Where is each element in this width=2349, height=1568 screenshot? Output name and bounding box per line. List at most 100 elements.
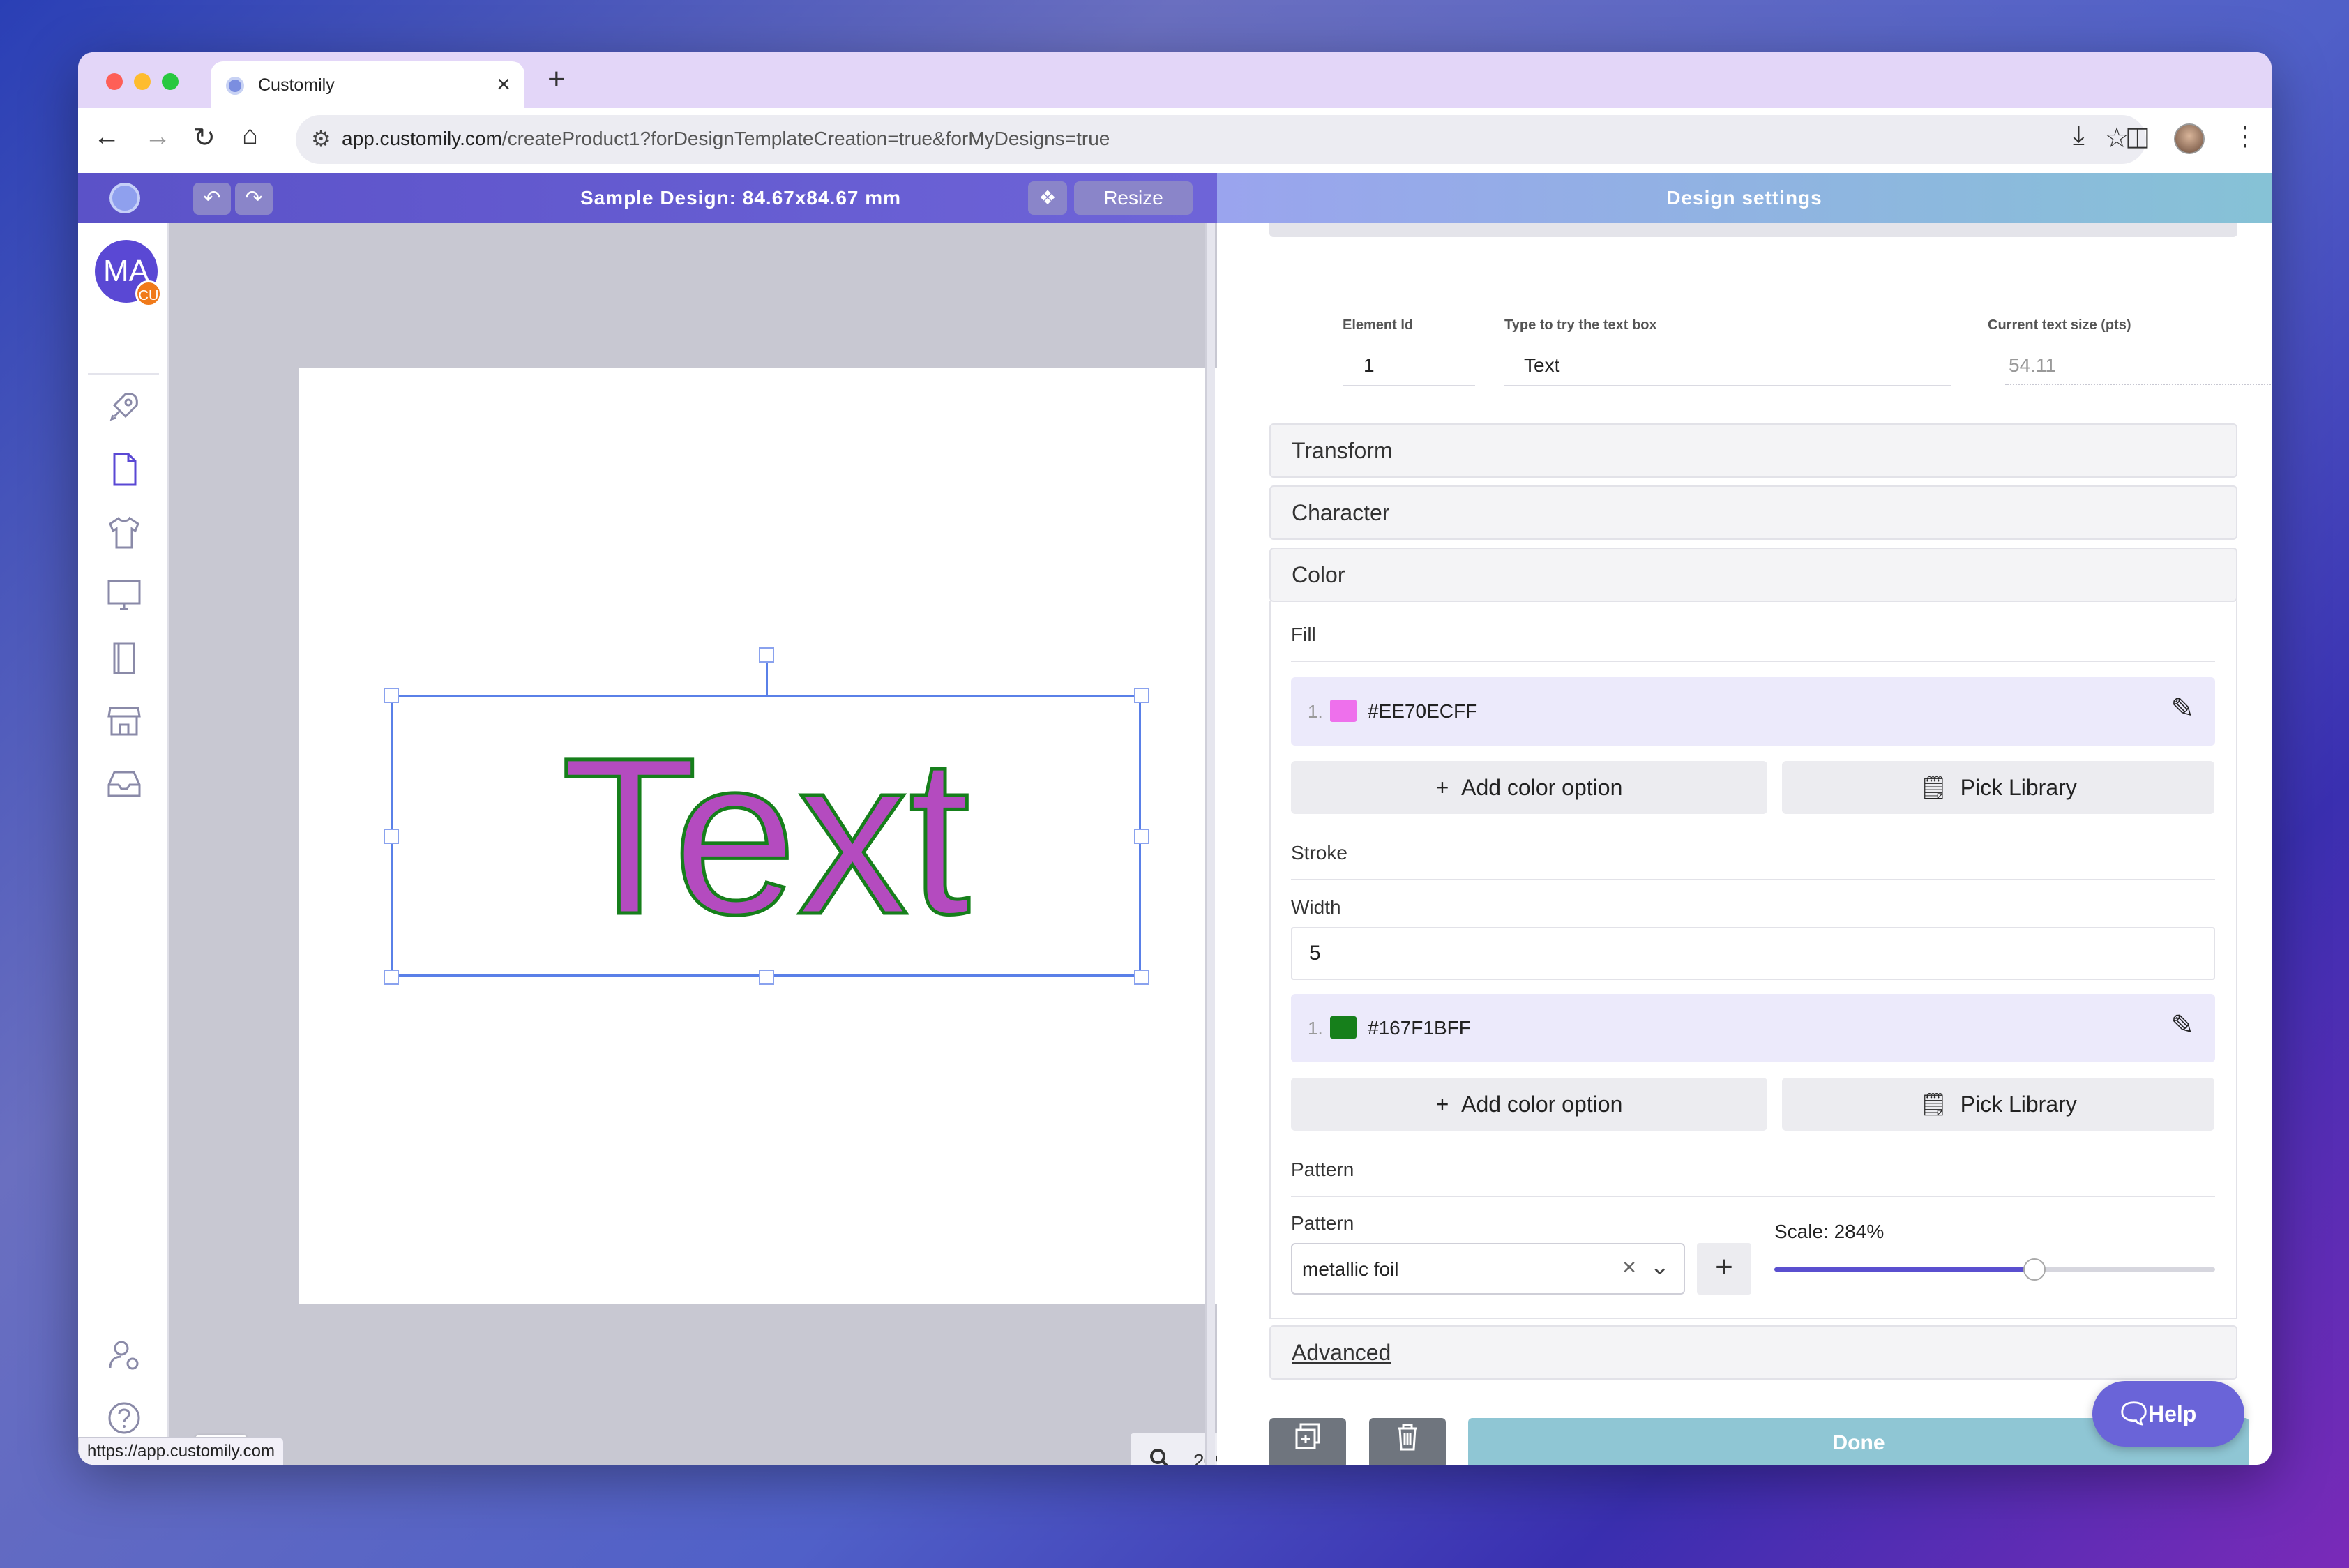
chevron-down-icon[interactable]: ⌄ [1650,1253,1670,1281]
color-section-header[interactable]: Color [1269,548,2237,602]
text-size-underline [2005,384,2272,385]
scale-slider[interactable] [1774,1258,2215,1281]
design-settings-panel: Element Id 1 Type to try the text box Te… [1217,223,2272,1465]
customily-logo-icon[interactable] [109,183,140,213]
text-size-value: 54.11 [2009,354,2056,376]
user-settings-icon[interactable] [105,1336,144,1375]
resize-handle-w[interactable] [384,829,399,844]
resize-handle-s[interactable] [759,970,774,985]
account-badge: CU [135,280,162,307]
clear-icon[interactable]: × [1622,1254,1636,1281]
settings-header: Design settings [1217,173,2272,223]
reload-icon[interactable]: ↻ [193,122,216,153]
browser-menu-icon[interactable]: ⋮ [2232,121,2258,152]
delete-button[interactable] [1369,1418,1446,1465]
plus-icon: + [1435,1092,1462,1117]
forward-icon[interactable]: → [144,122,171,152]
help-circle-icon[interactable] [105,1399,144,1438]
fill-color-index: 1. [1308,701,1323,722]
stroke-width-label: Width [1291,896,1341,918]
maximize-window-button[interactable] [162,73,179,90]
try-text-field[interactable]: Text [1524,354,1559,377]
fill-color-swatch[interactable] [1330,700,1357,722]
redo-button[interactable]: ↷ [235,183,273,215]
store-icon[interactable] [105,701,144,740]
url-text: app.customily.com/createProduct1?forDesi… [342,128,1110,149]
browser-tab[interactable]: Customily × [211,61,524,108]
tab-close-icon[interactable]: × [497,71,511,98]
browser-window: Customily × + ← → ↻ ⌂ ⚙ app.customily.co… [78,52,2272,1465]
document-icon[interactable] [105,450,144,489]
undo-button[interactable]: ↶ [193,183,231,215]
stroke-color-index: 1. [1308,1018,1323,1039]
resize-handle-nw[interactable] [384,688,399,703]
rocket-icon[interactable] [105,387,144,426]
address-bar[interactable]: ⚙ app.customily.com/createProduct1?forDe… [296,115,2146,164]
try-text-label: Type to try the text box [1504,317,1657,333]
element-id-label: Element Id [1343,317,1414,333]
back-icon[interactable]: ← [93,122,120,152]
stroke-color-hex: #167F1BFF [1368,1017,1471,1039]
rotation-handle[interactable] [759,647,774,663]
edit-pencil-icon[interactable]: ✎ [2170,1009,2194,1041]
design-canvas-area: Text ⤓ 209% [169,223,1285,1465]
fill-color-hex: #EE70ECFF [1368,700,1478,722]
add-pattern-button[interactable]: + [1697,1243,1751,1295]
download-icon[interactable]: ⤓ [2073,121,2085,151]
duplicate-button[interactable] [1269,1418,1346,1465]
fill-color-row[interactable]: 1. #EE70ECFF ✎ [1291,677,2215,746]
element-id-field[interactable]: 1 [1364,354,1375,377]
pick-fill-library-button[interactable]: 🗒 Pick Library [1782,761,2214,814]
pick-stroke-library-button[interactable]: 🗒 Pick Library [1782,1078,2214,1131]
transform-section-header[interactable]: Transform [1269,423,2237,478]
pattern-select[interactable]: metallic foil × ⌄ [1291,1243,1685,1295]
add-stroke-color-button[interactable]: + Add color option [1291,1078,1767,1131]
design-title: Sample Design: 84.67x84.67 mm [580,187,902,209]
inbox-icon[interactable] [105,764,144,803]
profile-avatar[interactable] [2174,123,2205,154]
home-icon[interactable]: ⌂ [242,121,258,151]
tag-button[interactable]: ❖ [1028,181,1067,215]
book-icon[interactable] [105,638,144,677]
editor-header: ↶ ↷ Sample Design: 84.67x84.67 mm ❖ Resi… [78,173,1217,223]
pattern-field-label: Pattern [1291,1212,1354,1234]
help-button[interactable]: 🗨 Help [2092,1381,2244,1447]
tab-strip: Customily × + [78,52,2272,108]
resize-handle-sw[interactable] [384,970,399,985]
fill-label: Fill [1291,624,1316,645]
close-window-button[interactable] [106,73,123,90]
stroke-color-row[interactable]: 1. #167F1BFF ✎ [1291,994,2215,1062]
site-settings-icon[interactable]: ⚙ [311,126,331,152]
panel-divider[interactable] [1205,223,1215,1465]
advanced-section-header[interactable]: Advanced [1269,1325,2237,1380]
add-fill-color-button[interactable]: + Add color option [1291,761,1767,814]
library-icon: 🗒 [1919,1092,1961,1117]
resize-handle-e[interactable] [1134,829,1149,844]
scale-slider-fill [1774,1267,2034,1272]
side-panel-icon[interactable]: ◫ [2125,121,2150,152]
design-settings-title: Design settings [1666,187,1822,209]
stroke-divider [1291,879,2215,880]
plus-icon: + [1435,775,1462,800]
stroke-label: Stroke [1291,842,1347,864]
chat-bubble-icon: 🗨 [2116,1399,2152,1429]
character-section-header[interactable]: Character [1269,485,2237,540]
toolbar-strip [1269,223,2237,237]
text-size-label: Current text size (pts) [1988,317,2131,333]
pattern-section-label: Pattern [1291,1159,1354,1180]
library-icon: 🗒 [1919,775,1961,800]
monitor-icon[interactable] [105,575,144,615]
selection-box[interactable] [391,695,1141,977]
new-tab-button[interactable]: + [547,62,566,97]
minimize-window-button[interactable] [134,73,151,90]
scale-slider-thumb[interactable] [2023,1258,2046,1281]
edit-pencil-icon[interactable]: ✎ [2170,693,2194,725]
stroke-color-swatch[interactable] [1330,1016,1357,1039]
try-text-underline [1504,385,1951,386]
resize-button[interactable]: Resize [1074,181,1193,215]
resize-handle-se[interactable] [1134,970,1149,985]
resize-handle-ne[interactable] [1134,688,1149,703]
tshirt-icon[interactable] [105,513,144,552]
left-sidebar: MA CU [78,223,169,1465]
stroke-width-input[interactable]: 5 [1291,927,2215,980]
